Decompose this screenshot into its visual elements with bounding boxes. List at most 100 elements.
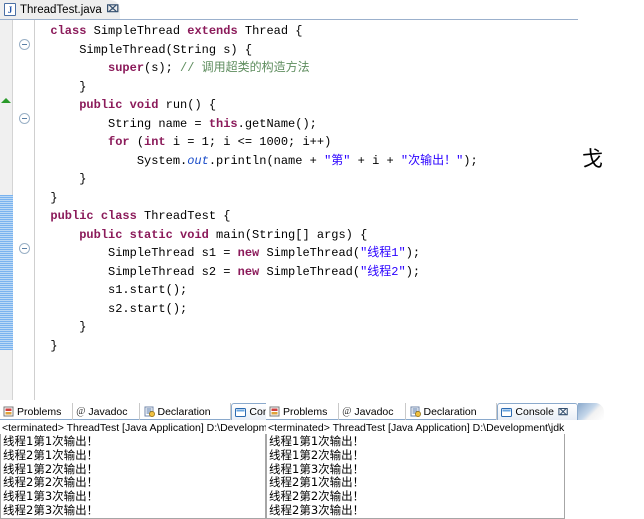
code-token: Thread { (237, 24, 303, 38)
code-token: int (144, 135, 166, 149)
console-icon (501, 407, 513, 418)
console-output-line: 线程2第1次输出！ (269, 475, 365, 490)
code-token: run() { (158, 98, 217, 112)
code-token: SimpleThread s1 = (36, 246, 238, 260)
code-token: + i + (350, 153, 401, 168)
stray-character: 戈 (582, 147, 603, 171)
code-token: main(String[] args) { (208, 227, 368, 242)
code-line: public void run() { (36, 96, 578, 115)
close-icon[interactable]: ⌧ (558, 407, 568, 418)
code-token: "线程2" (360, 264, 406, 279)
console-tab-problems[interactable]: Problems (0, 403, 74, 420)
code-token: ); (405, 264, 421, 279)
code-line: String name = this.getName(); (36, 115, 578, 134)
code-token: for (108, 135, 130, 149)
console-output-line: 线程1第2次输出！ (3, 461, 99, 476)
console-output-line: 线程2第1次输出！ (3, 447, 99, 462)
console-output-line: 线程2第2次输出！ (269, 489, 365, 504)
code-token: SimpleThread s2 = (36, 264, 238, 279)
fold-collapse-icon[interactable] (19, 113, 30, 124)
code-line: class SimpleThread extends Thread { (36, 22, 578, 41)
code-token: (s); (144, 61, 181, 75)
fold-collapse-icon[interactable] (19, 39, 30, 50)
console-output-line: 线程1第3次输出！ (269, 461, 365, 476)
source-code[interactable]: class SimpleThread extends Thread { Simp… (36, 20, 578, 400)
editor-tab-label: ThreadTest.java (20, 3, 102, 16)
code-token: s1.start(); (36, 283, 188, 297)
code-line: for (int i = 1; i <= 1000; i++) (36, 133, 578, 152)
overview-ruler-selection (0, 195, 13, 350)
console-output-line: 线程1第3次输出！ (3, 489, 99, 504)
code-token: .getName(); (237, 116, 317, 131)
console-tab-label: Javadoc (354, 405, 394, 418)
console-tab-label: Declaration (157, 405, 211, 418)
console-tab-label: Problems (283, 405, 328, 418)
code-token: s2.start(); (36, 301, 188, 316)
code-token: super (108, 61, 145, 75)
code-token: "线程1" (360, 246, 406, 260)
console-tab-declaration[interactable]: Declaration (141, 403, 232, 420)
code-line: } (36, 337, 578, 356)
problems-icon (3, 406, 14, 417)
code-token: String name = (36, 116, 209, 131)
console-tab-declaration[interactable]: Declaration (407, 403, 498, 420)
code-line: s1.start(); (36, 281, 578, 300)
console-left-status: <terminated> ThreadTest [Java Applicatio… (0, 420, 266, 434)
fold-collapse-icon[interactable] (19, 243, 30, 254)
tabbar-tail (577, 403, 604, 420)
code-token: out (187, 153, 209, 168)
code-token: public class (50, 209, 137, 223)
console-icon (235, 407, 247, 418)
code-token: "第" (324, 153, 351, 168)
code-token: extends (187, 24, 238, 38)
code-token: } (36, 338, 58, 353)
code-line: public class ThreadTest { (36, 207, 578, 226)
console-left-output[interactable]: 线程1第1次输出！ 线程2第1次输出！ 线程1第2次输出！ 线程2第2次输出！ 线程1第… (0, 434, 266, 519)
java-file-icon: J (4, 3, 16, 16)
code-token: new (237, 264, 260, 279)
editor-tabbar: J ThreadTest.java ⌧ (0, 0, 578, 20)
annotation-arrow-icon[interactable] (1, 98, 11, 103)
code-token: } (36, 190, 58, 205)
console-output-line: 线程2第2次输出！ (3, 475, 99, 490)
code-token: this (208, 116, 238, 131)
code-token: "次输出！" (400, 153, 464, 168)
console-tab-console[interactable]: Console ⌧ (497, 403, 578, 420)
code-token: i = 1; i <= 1000; i++) (165, 135, 332, 149)
code-token: new (237, 246, 260, 260)
editor-tab-threadtest[interactable]: J ThreadTest.java ⌧ (0, 0, 120, 20)
console-view-left: Problems@JavadocDeclarationConsole⌧ <ter… (0, 403, 338, 519)
declaration-icon (144, 406, 155, 417)
overview-ruler[interactable] (0, 20, 13, 400)
code-token: SimpleThread( (259, 246, 361, 260)
code-token: class (50, 24, 87, 38)
console-output-line: 线程2第3次输出！ (269, 502, 365, 517)
code-line: SimpleThread(String s) { (36, 41, 578, 60)
code-token: public void (79, 98, 159, 112)
console-tab-label: Problems (17, 405, 62, 418)
editor-text-area[interactable]: class SimpleThread extends Thread { Simp… (0, 20, 578, 400)
code-line: s2.start(); (36, 300, 578, 319)
code-token: SimpleThread(String s) { (36, 42, 253, 57)
console-tab-problems[interactable]: Problems (266, 403, 340, 420)
code-token: .println(name + (208, 153, 325, 168)
console-tab-label: Declaration (423, 405, 477, 418)
console-tab-javadoc[interactable]: @ Javadoc (73, 403, 141, 420)
eclipse-window: J ThreadTest.java ⌧ class SimpleThread e… (0, 0, 644, 519)
close-icon[interactable]: ⌧ (106, 4, 119, 15)
code-token: ); (463, 153, 478, 168)
console-tab-javadoc[interactable]: @ Javadoc (339, 403, 407, 420)
console-right-output[interactable]: 线程1第1次输出！ 线程1第2次输出！ 线程1第3次输出！ 线程2第1次输出！ 线程2第… (266, 434, 565, 519)
code-token: } (36, 172, 87, 186)
console-tab-label: Javadoc (88, 405, 128, 418)
console-right-status: <terminated> ThreadTest [Java Applicatio… (266, 420, 565, 434)
code-token: SimpleThread( (259, 264, 361, 279)
editor-gutter[interactable] (14, 20, 35, 400)
console-output-line: 线程1第1次输出！ (269, 434, 365, 448)
code-token: SimpleThread (86, 24, 188, 38)
declaration-icon (410, 406, 421, 417)
javadoc-icon: @ (342, 406, 352, 417)
